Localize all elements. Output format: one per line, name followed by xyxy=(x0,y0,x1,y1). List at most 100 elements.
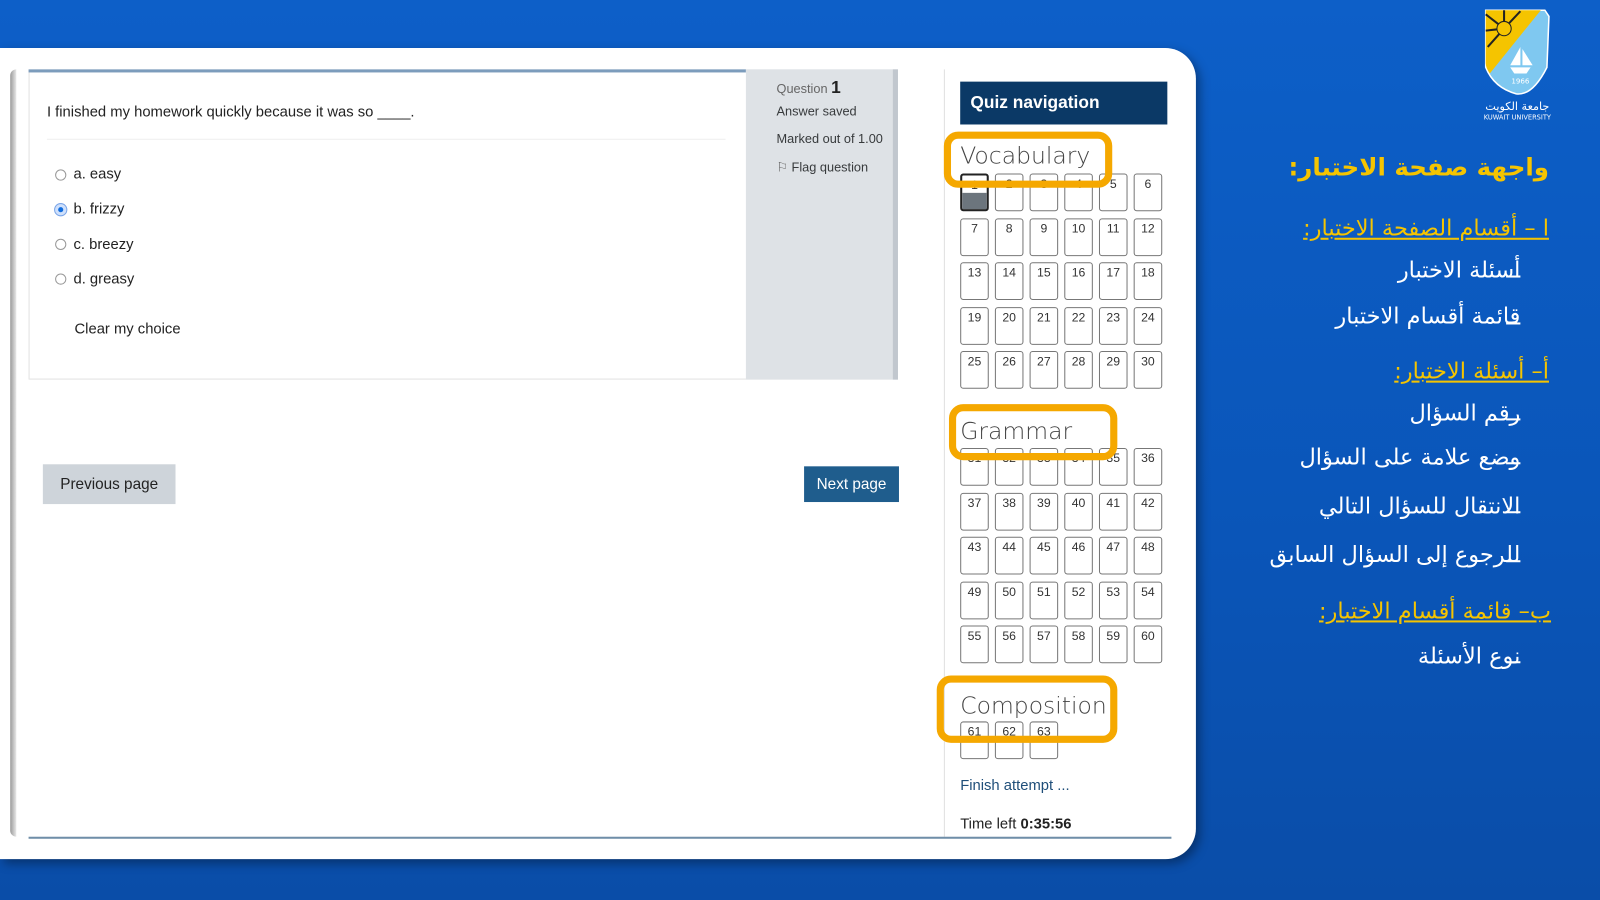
question-info-panel: Question 1 Answer saved Marked out of 1.… xyxy=(745,69,898,380)
question-nav-button[interactable]: 50 xyxy=(994,581,1024,620)
question-nav-button[interactable]: 57 xyxy=(1029,625,1059,664)
answer-option[interactable]: b. frizzy xyxy=(55,201,125,218)
slide-item: رقم السؤال xyxy=(1409,401,1521,427)
question-nav-button[interactable]: 30 xyxy=(1133,351,1163,390)
question-nav-button[interactable]: 15 xyxy=(1029,262,1059,301)
slide-item: أسئلة الاختبار xyxy=(1397,258,1521,284)
radio-button[interactable] xyxy=(55,168,67,181)
logo-arabic-name: جامعة الكويت xyxy=(1485,99,1550,114)
question-nav-button[interactable]: 8 xyxy=(994,217,1024,256)
question-nav-button[interactable]: 29 xyxy=(1098,351,1128,390)
bullet-dash xyxy=(1506,418,1521,421)
quiz-navigation-header: Quiz navigation xyxy=(960,81,1168,125)
logo-english-name: KUWAIT UNIVERSITY xyxy=(1483,113,1551,122)
question-nav-button[interactable]: 39 xyxy=(1029,492,1059,531)
question-nav-button[interactable]: 24 xyxy=(1133,306,1163,345)
question-nav-button[interactable]: 16 xyxy=(1064,262,1093,301)
bullet-dash xyxy=(1506,511,1521,514)
question-nav-button[interactable]: 28 xyxy=(1064,351,1093,390)
question-nav-button[interactable]: 10 xyxy=(1064,217,1093,256)
question-nav-button[interactable]: 37 xyxy=(960,492,989,531)
question-nav-button[interactable]: 41 xyxy=(1098,492,1128,531)
question-nav-button[interactable]: 13 xyxy=(960,262,989,301)
question-nav-button[interactable]: 51 xyxy=(1029,581,1059,620)
answer-option[interactable]: d. greasy xyxy=(55,271,135,288)
question-top-border xyxy=(28,69,746,73)
question-nav-button[interactable]: 7 xyxy=(960,217,989,256)
question-text: I finished my homework quickly because i… xyxy=(46,104,415,121)
window-edge xyxy=(10,69,17,837)
question-nav-button[interactable]: 18 xyxy=(1133,262,1163,301)
slide-item: وضع علامة على السؤال xyxy=(1299,444,1521,471)
finish-attempt-link[interactable]: Finish attempt ... xyxy=(960,778,1069,794)
answer-option[interactable]: c. breezy xyxy=(55,236,134,253)
time-left: Time left 0:35:56 xyxy=(960,816,1072,833)
highlight-annotation xyxy=(943,131,1113,188)
slide-item: نوع الأسئلة xyxy=(1417,643,1521,670)
question-nav-button[interactable]: 20 xyxy=(994,306,1024,345)
kuwait-university-logo: 1966 جامعة الكويت KUWAIT UNIVERSITY xyxy=(1480,6,1556,121)
svg-text:1966: 1966 xyxy=(1511,77,1530,86)
radio-button[interactable] xyxy=(55,238,67,251)
option-label: c. breezy xyxy=(73,236,134,253)
bottom-border xyxy=(28,836,1172,839)
question-nav-button[interactable]: 36 xyxy=(1133,447,1163,486)
question-marks: Marked out of 1.00 xyxy=(776,131,883,146)
question-nav-button[interactable]: 59 xyxy=(1098,625,1128,664)
question-nav-button[interactable]: 11 xyxy=(1098,217,1128,256)
question-nav-button[interactable]: 27 xyxy=(1029,351,1059,390)
clear-choice-link[interactable]: Clear my choice xyxy=(74,321,180,337)
question-nav-button[interactable]: 52 xyxy=(1064,581,1093,620)
bullet-dash xyxy=(1506,322,1521,325)
bullet-dash xyxy=(1506,661,1521,664)
question-nav-button[interactable]: 38 xyxy=(994,492,1024,531)
slide-item: قائمة أقسام الاختبار xyxy=(1335,304,1521,330)
answer-option[interactable]: a. easy xyxy=(55,166,121,183)
question-nav-button[interactable]: 19 xyxy=(960,306,989,345)
question-nav-button[interactable]: 6 xyxy=(1133,173,1163,212)
question-nav-button[interactable]: 54 xyxy=(1133,581,1163,620)
question-nav-button[interactable]: 14 xyxy=(994,262,1024,301)
question-nav-button[interactable]: 12 xyxy=(1133,217,1163,256)
question-nav-button[interactable]: 46 xyxy=(1064,536,1093,575)
section-1-heading: ا – أقسام الصفحة الاختبار: xyxy=(1303,216,1549,242)
question-nav-button[interactable]: 44 xyxy=(994,536,1024,575)
question-nav-button[interactable]: 26 xyxy=(994,351,1024,390)
question-nav-button[interactable]: 17 xyxy=(1098,262,1128,301)
question-nav-button[interactable]: 40 xyxy=(1064,492,1093,531)
question-nav-button[interactable]: 55 xyxy=(960,625,989,664)
question-nav-button[interactable]: 58 xyxy=(1064,625,1093,664)
question-nav-button[interactable]: 47 xyxy=(1098,536,1128,575)
bullet-dash xyxy=(1506,275,1521,278)
radio-button[interactable] xyxy=(55,203,67,216)
divider xyxy=(46,138,726,140)
question-nav-button[interactable]: 23 xyxy=(1098,306,1128,345)
question-number: Question 1 xyxy=(776,77,841,97)
question-nav-button[interactable]: 42 xyxy=(1133,492,1163,531)
highlight-annotation xyxy=(948,404,1118,461)
option-label: d. greasy xyxy=(73,271,135,288)
question-nav-button[interactable]: 43 xyxy=(960,536,989,575)
time-value: 0:35:56 xyxy=(1020,816,1072,833)
question-state: Answer saved xyxy=(776,104,857,119)
question-nav-button[interactable]: 56 xyxy=(994,625,1024,664)
question-nav-button[interactable]: 53 xyxy=(1098,581,1128,620)
next-page-button[interactable]: Next page xyxy=(804,466,899,503)
question-nav-button[interactable]: 45 xyxy=(1029,536,1059,575)
section-a-heading: أ– أسئلة الاختبار: xyxy=(1394,359,1549,385)
flag-question-link[interactable]: ⚐ Flag question xyxy=(777,159,869,174)
question-nav-button[interactable]: 60 xyxy=(1133,625,1163,664)
question-nav-button[interactable]: 22 xyxy=(1064,306,1093,345)
question-nav-button[interactable]: 49 xyxy=(960,581,989,620)
highlight-annotation xyxy=(936,675,1118,743)
question-nav-button[interactable]: 9 xyxy=(1029,217,1059,256)
question-nav-button[interactable]: 25 xyxy=(960,351,989,390)
previous-page-button[interactable]: Previous page xyxy=(42,464,176,505)
bullet-dash xyxy=(1506,560,1521,563)
question-nav-button[interactable]: 48 xyxy=(1133,536,1163,575)
option-label: b. frizzy xyxy=(73,201,125,218)
radio-button[interactable] xyxy=(55,273,67,286)
slide-item: الانتقال للسؤال التالي xyxy=(1318,493,1521,520)
question-nav-button[interactable]: 21 xyxy=(1029,306,1059,345)
section-b-heading: ب– قائمة أقسام الاختبار: xyxy=(1318,598,1552,625)
